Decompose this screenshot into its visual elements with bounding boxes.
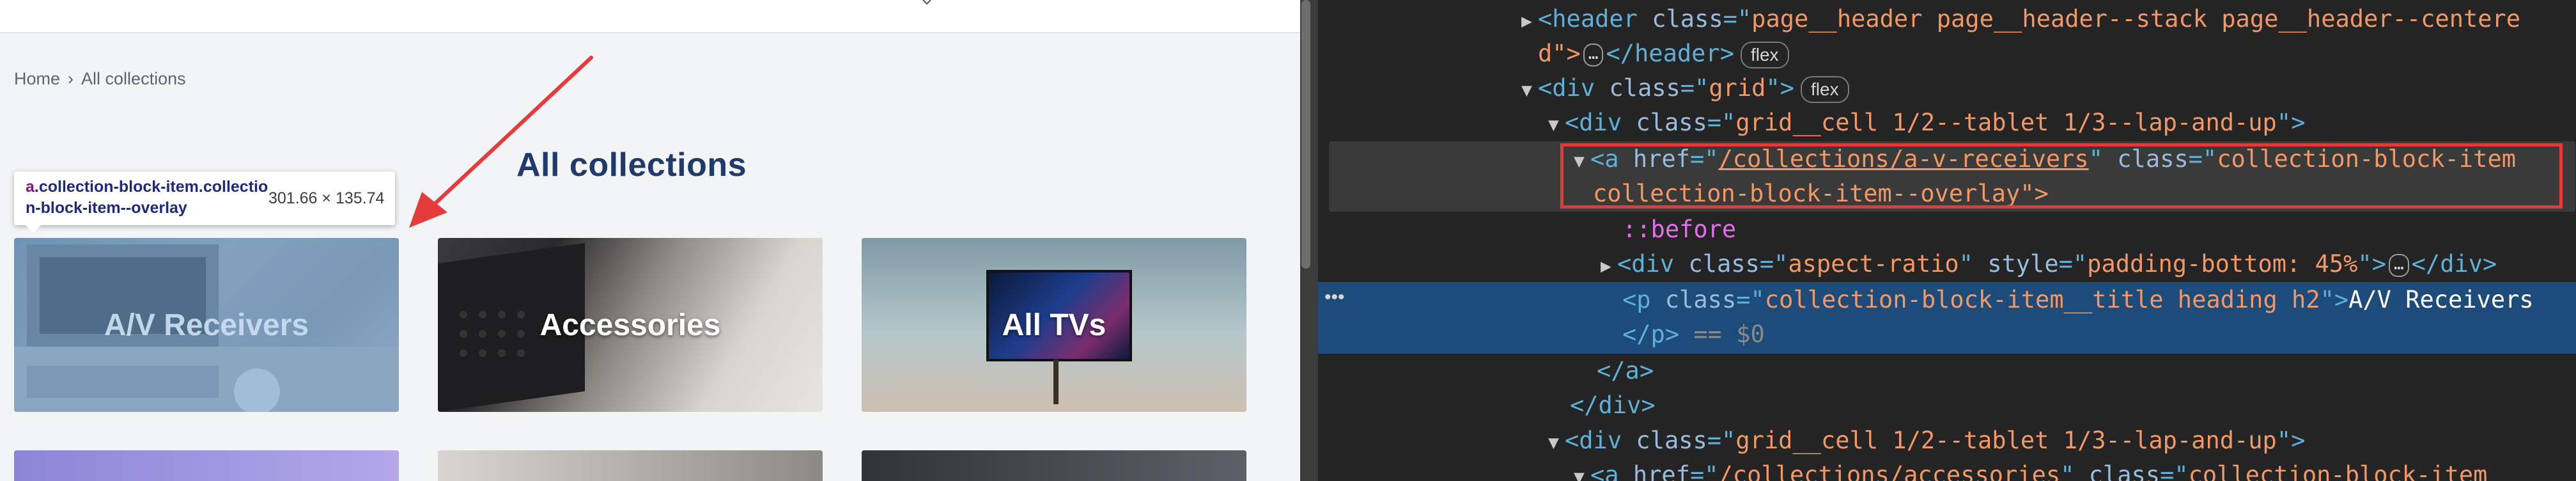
highlight-box (1560, 143, 2563, 209)
dom-node-grid[interactable]: ▼ <div class="grid"> flex (1521, 71, 2576, 106)
breadcrumb: Home › All collections (14, 69, 186, 89)
tooltip-tag: a (26, 178, 35, 196)
chevron-down-icon[interactable] (922, 0, 931, 5)
tooltip-size: 301.66 × 135.74 (268, 189, 385, 207)
collapse-arrow-icon[interactable]: ▼ (1548, 107, 1565, 142)
dom-node-before[interactable]: ::before (1622, 212, 2576, 247)
collection-card-partial[interactable] (14, 450, 399, 481)
ellipsis-icon[interactable]: … (2388, 253, 2409, 277)
expand-arrow-icon[interactable]: ▶ (1601, 249, 1617, 283)
breadcrumb-separator-icon: › (68, 69, 74, 88)
inspect-tooltip: a.collection-block-item.collection-block… (14, 171, 395, 225)
site-header-bar (0, 0, 1300, 33)
breadcrumb-current: All collections (81, 69, 186, 88)
tooltip-element-name: a.collection-block-item.collection-block… (26, 177, 268, 219)
collection-title: A/V Receivers (104, 308, 309, 342)
collapse-arrow-icon[interactable]: ▼ (1574, 460, 1590, 481)
webpage-viewport: Home › All collections All collections A/V… (0, 0, 1300, 481)
dom-node-grid-cell-2[interactable]: ▼ <div class="grid__cell 1/2--tablet 1/3-… (1548, 423, 2576, 458)
flex-badge[interactable]: flex (1801, 75, 1849, 103)
collection-title: All TVs (1002, 308, 1106, 342)
flex-badge[interactable]: flex (1740, 41, 1789, 68)
dom-node-aspect-ratio[interactable]: ▶ <div class="aspect-ratio" style="paddin… (1601, 247, 2576, 281)
dom-node-anchor-close[interactable]: </a> (1597, 354, 2576, 388)
collection-card-partial[interactable] (862, 450, 1246, 481)
collection-title: Accessories (539, 308, 721, 342)
collection-card-accessories[interactable]: Accessories (438, 238, 823, 412)
collapse-arrow-icon[interactable]: ▼ (1548, 425, 1565, 460)
dom-node-anchor-2[interactable]: ▼ <a href="/collections/accessories" clas… (1574, 458, 2576, 481)
collection-card-partial[interactable] (438, 450, 823, 481)
dom-node-header-cont[interactable]: d">… </header> flex (1538, 36, 2576, 71)
dom-node-header[interactable]: ▶ <header class="page__header page__heade… (1521, 2, 2576, 36)
dom-node-title-close[interactable]: </p> == $0 (1622, 317, 2576, 352)
ellipsis-icon[interactable]: … (1583, 43, 1604, 67)
collection-card-av-receivers[interactable]: A/V Receivers (14, 238, 399, 412)
dom-node-cell-close[interactable]: </div> (1570, 388, 2576, 423)
more-options-icon[interactable]: ••• (1324, 287, 1345, 308)
breadcrumb-home-link[interactable]: Home (14, 69, 60, 88)
page-title: All collections (516, 146, 747, 184)
tooltip-pointer (24, 224, 42, 233)
scrollbar-thumb[interactable] (1301, 0, 1310, 269)
tooltip-classes: .collection-block-item.collection-block-… (26, 178, 268, 217)
collapse-arrow-icon[interactable]: ▼ (1521, 73, 1538, 107)
dom-node-grid-cell[interactable]: ▼ <div class="grid__cell 1/2--tablet 1/3-… (1548, 106, 2576, 140)
devtools-elements-panel: ••• ▶ <header class="page__header page__h… (1318, 0, 2576, 481)
dom-node-title-selected[interactable]: <p class="collection-block-item__title h… (1622, 283, 2576, 317)
collection-card-all-tvs[interactable]: All TVs (862, 238, 1246, 412)
expand-arrow-icon[interactable]: ▶ (1521, 4, 1538, 38)
